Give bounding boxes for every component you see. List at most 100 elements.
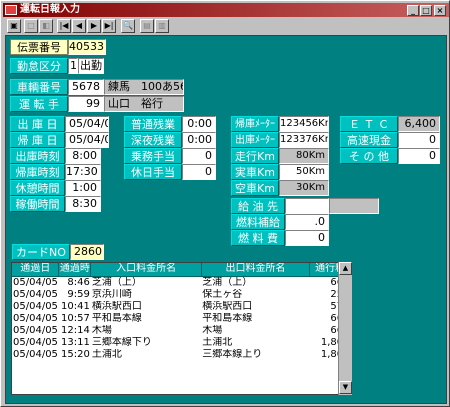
cell-time[interactable]: 15:20 bbox=[59, 349, 91, 361]
cell-exit[interactable]: 芝浦（上） bbox=[201, 276, 309, 289]
cell-exit[interactable]: 平和島本線 bbox=[201, 313, 309, 325]
cell-entrance[interactable]: 横浜駅西口 bbox=[91, 301, 201, 313]
search-icon[interactable]: 🔍 bbox=[121, 19, 135, 33]
scroll-down-icon[interactable]: ▼ bbox=[339, 381, 352, 394]
sharyo-label: 車輌番号 bbox=[10, 79, 68, 95]
table-row[interactable]: 05/04/058:46芝浦（上）芝浦（上）660 bbox=[12, 276, 351, 289]
prev-record-icon[interactable]: ◀ bbox=[72, 19, 86, 33]
kyuyu-code-field[interactable] bbox=[285, 198, 329, 214]
cell-exit[interactable]: 三郷本線上り bbox=[201, 349, 309, 361]
kintai-code-field[interactable]: 1 bbox=[68, 58, 78, 74]
cell-date[interactable]: 05/04/05 bbox=[12, 325, 59, 337]
preview-icon[interactable]: ▥ bbox=[155, 19, 169, 33]
kiko-date-field[interactable]: 05/04/05 bbox=[65, 132, 109, 148]
maximize-button[interactable]: □ bbox=[420, 5, 432, 16]
table-row[interactable]: 05/04/059:59京浜川崎保土ヶ谷250 bbox=[12, 289, 351, 301]
untenshu-number-field[interactable]: 99 bbox=[68, 96, 104, 112]
cell-entrance[interactable]: 平和島本線 bbox=[91, 313, 201, 325]
kyukei-label: 休憩時間 bbox=[10, 180, 65, 196]
kiko-meter-field[interactable]: 123456Km bbox=[279, 116, 329, 132]
table-header-row: 通過日 通過時 入口料金所名 出口料金所名 通行料 bbox=[12, 263, 351, 277]
cell-entrance[interactable]: 芝浦（上） bbox=[91, 276, 201, 289]
col-header-entrance[interactable]: 入口料金所名 bbox=[90, 263, 202, 277]
kiko-time-field[interactable]: 17:30 bbox=[65, 164, 101, 180]
cell-time[interactable]: 9:59 bbox=[59, 289, 91, 301]
cell-exit[interactable]: 保土ヶ谷 bbox=[201, 289, 309, 301]
table-row[interactable]: 05/04/05 13:11 三郷本線下り 土浦北 1,800 bbox=[12, 337, 351, 349]
jissha-km-label: 実車Km bbox=[231, 164, 279, 180]
table-row[interactable]: 05/04/0510:41横浜駅西口横浜駅西口570 bbox=[12, 301, 351, 313]
sonota-field[interactable]: 0 bbox=[398, 148, 440, 164]
table-row[interactable]: 05/04/05 15:20 土浦北 三郷本線上り 1,800 bbox=[12, 349, 351, 361]
window-title: 運転日報入力 bbox=[20, 4, 80, 15]
title-bar: 運転日報入力 _ □ × bbox=[3, 3, 449, 17]
denpyo-label: 伝票番号 bbox=[10, 39, 68, 55]
cell-time[interactable]: 10:41 bbox=[59, 301, 91, 313]
minimize-button[interactable]: _ bbox=[407, 5, 419, 16]
card-number-field[interactable]: 2860 bbox=[70, 244, 104, 260]
kiko-meter-label: 帰庫ﾒｰﾀｰ bbox=[231, 116, 279, 132]
col-header-exit[interactable]: 出口料金所名 bbox=[201, 263, 311, 277]
jissha-km-field[interactable]: 50Km bbox=[279, 164, 329, 180]
cell-time[interactable]: 12:14 bbox=[59, 325, 91, 337]
app-icon bbox=[5, 5, 17, 15]
futsu-zangyo-field[interactable]: 0:00 bbox=[182, 116, 216, 132]
cell-exit[interactable]: 横浜駅西口 bbox=[201, 301, 309, 313]
kosoku-genkin-field[interactable]: 0 bbox=[398, 132, 440, 148]
kyuyu-name-field bbox=[329, 198, 379, 214]
last-record-icon[interactable]: ▶| bbox=[102, 19, 116, 33]
toolbar: ▣ □ ◧ |◀ ◀ ▶ ▶| 🔍 ▤ ▥ bbox=[3, 18, 449, 34]
cell-time[interactable]: 13:11 bbox=[59, 337, 91, 349]
untenshu-label: 運 転 手 bbox=[10, 96, 68, 112]
first-record-icon[interactable]: |◀ bbox=[57, 19, 71, 33]
col-header-date[interactable]: 通過日 bbox=[12, 263, 60, 277]
cell-date[interactable]: 05/04/05 bbox=[12, 276, 59, 289]
cell-entrance[interactable]: 三郷本線下り bbox=[91, 337, 201, 349]
close-button[interactable]: × bbox=[434, 5, 446, 16]
new-record-icon[interactable]: ▣ bbox=[7, 19, 21, 33]
futsu-zangyo-label: 普通残業 bbox=[124, 116, 182, 132]
cell-date[interactable]: 05/04/05 bbox=[12, 301, 59, 313]
untenshu-name-field: 山口 裕行 bbox=[104, 96, 184, 112]
table-row[interactable]: 05/04/0510:57平和島本線平和島本線660 bbox=[12, 313, 351, 325]
cell-exit[interactable]: 木場 bbox=[201, 325, 309, 337]
cell-time[interactable]: 8:46 bbox=[59, 276, 91, 289]
kiko-date-label: 帰 庫 日 bbox=[10, 132, 65, 148]
nenryohi-field[interactable]: 0 bbox=[285, 230, 329, 246]
denpyo-field[interactable]: 40533 bbox=[68, 39, 106, 55]
cell-date[interactable]: 05/04/05 bbox=[12, 349, 59, 361]
print-icon[interactable]: ▤ bbox=[140, 19, 154, 33]
kyukei-field[interactable]: 1:00 bbox=[65, 180, 101, 196]
col-header-time[interactable]: 通過時 bbox=[58, 263, 92, 277]
jomu-teate-label: 乗務手当 bbox=[124, 148, 182, 164]
cell-entrance[interactable]: 京浜川崎 bbox=[91, 289, 201, 301]
shukko-meter-field[interactable]: 123376Km bbox=[279, 132, 329, 148]
kado-field: 8:30 bbox=[65, 196, 101, 212]
table-scrollbar[interactable]: ▲ ▼ bbox=[338, 262, 352, 395]
nenryo-hokyu-field[interactable]: .0 bbox=[285, 214, 329, 230]
etc-label: Ｅ Ｔ Ｃ bbox=[340, 116, 398, 132]
kyujitsu-teate-field[interactable]: 0 bbox=[182, 164, 216, 180]
shukko-time-label: 出庫時刻 bbox=[10, 148, 65, 164]
jomu-teate-field[interactable]: 0 bbox=[182, 148, 216, 164]
cell-date[interactable]: 05/04/05 bbox=[12, 289, 59, 301]
blank-icon[interactable]: □ bbox=[24, 19, 38, 33]
kintai-name-field: 出勤 bbox=[78, 58, 104, 74]
kosoku-genkin-label: 高速現金 bbox=[340, 132, 398, 148]
scroll-up-icon[interactable]: ▲ bbox=[339, 262, 352, 275]
copy-icon[interactable]: ◧ bbox=[39, 19, 53, 33]
shukko-date-field[interactable]: 05/04/05 bbox=[65, 116, 109, 132]
table-row[interactable]: 05/04/0512:14木場木場660 bbox=[12, 325, 351, 337]
nenryohi-label: 燃 料 費 bbox=[231, 230, 285, 246]
cell-entrance[interactable]: 土浦北 bbox=[91, 349, 201, 361]
cell-time[interactable]: 10:57 bbox=[59, 313, 91, 325]
next-record-icon[interactable]: ▶ bbox=[87, 19, 101, 33]
cell-entrance[interactable]: 木場 bbox=[91, 325, 201, 337]
shinya-zangyo-field[interactable]: 0:00 bbox=[182, 132, 216, 148]
cell-exit[interactable]: 土浦北 bbox=[201, 337, 309, 349]
cell-date[interactable]: 05/04/05 bbox=[12, 313, 59, 325]
cell-date[interactable]: 05/04/05 bbox=[12, 337, 59, 349]
sharyo-number-field[interactable]: 5678 bbox=[68, 79, 104, 95]
toll-grid: 通過日 通過時 入口料金所名 出口料金所名 通行料 05/04/05 8:46 芝浦… bbox=[12, 263, 351, 361]
shukko-time-field[interactable]: 8:00 bbox=[65, 148, 101, 164]
